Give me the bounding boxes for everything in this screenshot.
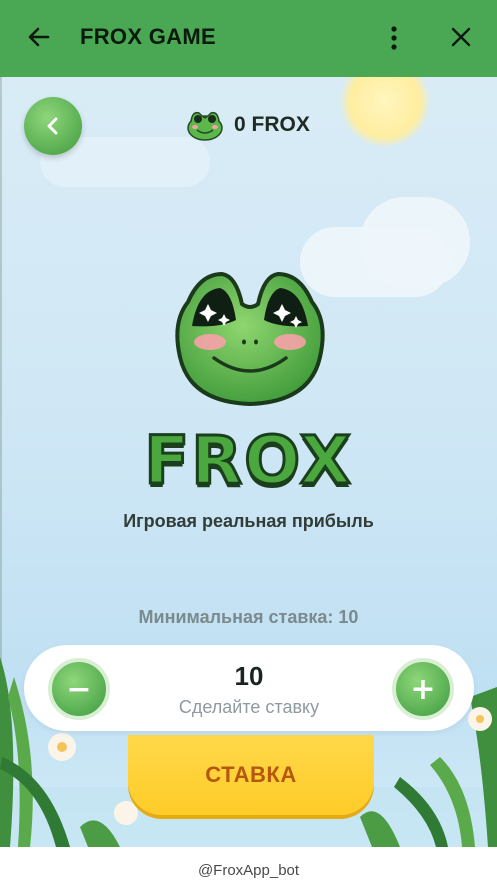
arrow-left-icon[interactable] (24, 22, 54, 52)
tagline: Игровая реальная прибыль (123, 511, 374, 531)
back-button[interactable] (24, 97, 82, 155)
game-screen: 0 FROX FROX Игровая реальная прибыль Мин… (0, 77, 497, 847)
chevron-left-icon (47, 117, 58, 135)
frox-wordmark: FROX (143, 421, 353, 501)
balance-amount: 0 FROX (234, 113, 310, 136)
increase-bet-button[interactable]: + (392, 658, 454, 720)
cloud-decoration (360, 197, 470, 287)
app-title-bar: FROX GAME (0, 0, 497, 77)
bot-footer: @FroxApp_bot (0, 847, 497, 893)
frog-coin-icon (187, 111, 223, 141)
sun-decoration (340, 77, 430, 147)
min-bet-label: Минимальная ставка: 10 (138, 607, 359, 627)
window-title: FROX GAME (80, 24, 216, 49)
balance-display: 0 FROX (186, 107, 310, 143)
stake-button[interactable]: СТАВКА (128, 735, 374, 815)
close-icon[interactable] (448, 24, 474, 50)
kebab-menu-icon[interactable] (382, 22, 406, 54)
bet-stepper: − 10 Сделайте ставку + (24, 645, 474, 731)
frox-mascot-logo (175, 271, 325, 407)
